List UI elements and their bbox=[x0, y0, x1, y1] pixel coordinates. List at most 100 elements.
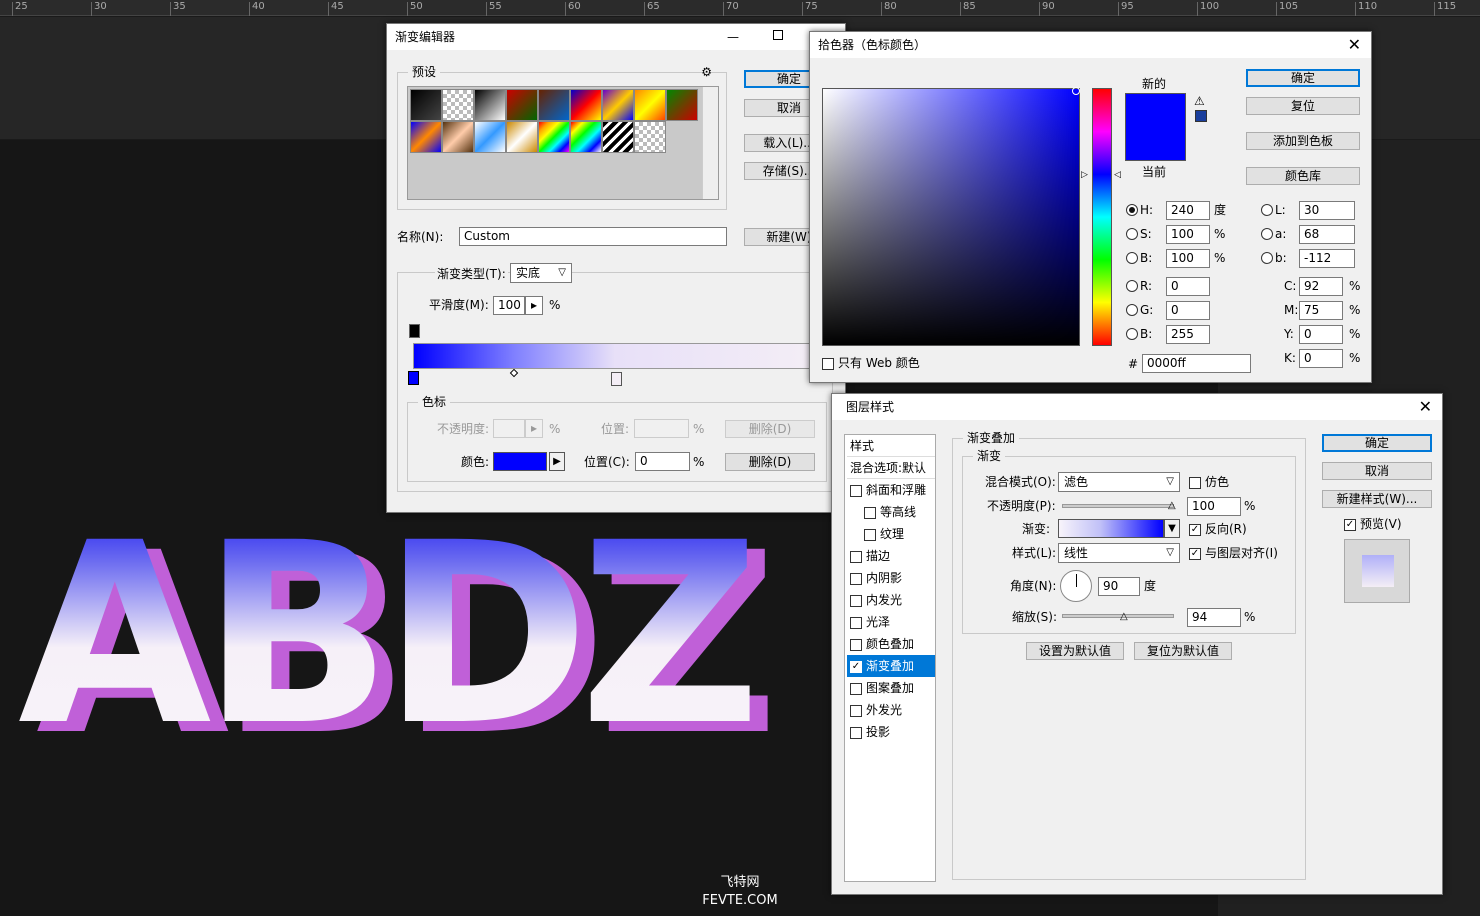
hsb-input-2[interactable]: 100 bbox=[1166, 249, 1210, 268]
angle-dial-icon[interactable] bbox=[1060, 570, 1092, 602]
blend-mode-select[interactable]: 滤色 ▽ bbox=[1058, 472, 1180, 492]
hsb-radio-2[interactable] bbox=[1126, 252, 1138, 264]
cmyk-input-3[interactable]: 0 bbox=[1299, 349, 1343, 368]
align-with-layer-checkbox[interactable]: ✓ 与图层对齐(I) bbox=[1189, 545, 1278, 561]
hex-input[interactable]: 0000ff bbox=[1142, 354, 1251, 373]
opacity-slider[interactable] bbox=[1062, 504, 1174, 508]
gradient-preset-swatch[interactable] bbox=[666, 89, 698, 121]
rgb-input-0[interactable]: 0 bbox=[1166, 277, 1210, 296]
cmyk-input-0[interactable]: 92 bbox=[1299, 277, 1343, 296]
opacity-slider-thumb-icon[interactable]: △ bbox=[1168, 500, 1176, 511]
presets-grid[interactable] bbox=[407, 86, 719, 200]
gradient-preset-swatch[interactable] bbox=[538, 89, 570, 121]
layer-style-ok-button[interactable]: 确定 bbox=[1322, 434, 1432, 452]
opacity-input[interactable]: 100 bbox=[1187, 497, 1241, 516]
close-icon[interactable]: ✕ bbox=[1348, 32, 1361, 58]
add-to-swatches-button[interactable]: 添加到色板 bbox=[1246, 132, 1360, 150]
gradient-preset-swatch[interactable] bbox=[474, 121, 506, 153]
cmyk-input-1[interactable]: 75 bbox=[1299, 301, 1343, 320]
lab-radio-0[interactable] bbox=[1261, 204, 1273, 216]
web-only-checkbox-box[interactable] bbox=[822, 357, 834, 370]
style-item-checkbox[interactable] bbox=[864, 528, 876, 541]
gradient-type-select[interactable]: 实底 ▽ bbox=[510, 263, 572, 283]
style-item-checkbox[interactable] bbox=[864, 506, 876, 519]
hsb-radio-1[interactable] bbox=[1126, 228, 1138, 240]
layer-style-cancel-button[interactable]: 取消 bbox=[1322, 462, 1432, 480]
style-item-checkbox[interactable] bbox=[850, 638, 862, 651]
style-select[interactable]: 线性 ▽ bbox=[1058, 543, 1180, 563]
lab-input-0[interactable]: 30 bbox=[1299, 201, 1355, 220]
reset-default-button[interactable]: 复位为默认值 bbox=[1134, 642, 1232, 660]
reverse-checkbox-box[interactable]: ✓ bbox=[1189, 523, 1201, 536]
style-item-checkbox[interactable]: ✓ bbox=[850, 660, 862, 673]
color-position-input[interactable]: 0 bbox=[635, 452, 690, 471]
style-item-checkbox[interactable] bbox=[850, 704, 862, 717]
maximize-icon[interactable] bbox=[773, 30, 783, 40]
gradient-preset-swatch[interactable] bbox=[538, 121, 570, 153]
hue-slider[interactable] bbox=[1092, 88, 1112, 346]
style-item[interactable]: 光泽 bbox=[847, 611, 935, 633]
rgb-input-1[interactable]: 0 bbox=[1166, 301, 1210, 320]
smoothness-arrow-button[interactable]: ▸ bbox=[525, 296, 543, 315]
scale-input[interactable]: 94 bbox=[1187, 608, 1241, 627]
dither-checkbox[interactable]: 仿色 bbox=[1189, 474, 1229, 490]
gradient-bar[interactable] bbox=[413, 343, 817, 369]
gradient-preview-swatch[interactable] bbox=[1058, 519, 1164, 538]
gradient-preset-swatch[interactable] bbox=[602, 121, 634, 153]
scale-slider[interactable] bbox=[1062, 614, 1174, 618]
current-color-swatch[interactable] bbox=[1125, 128, 1186, 161]
lab-input-1[interactable]: 68 bbox=[1299, 225, 1355, 244]
blend-options-item[interactable]: 混合选项:默认 bbox=[847, 457, 935, 479]
gradient-preset-swatch[interactable] bbox=[410, 89, 442, 121]
picker-ok-button[interactable]: 确定 bbox=[1246, 69, 1360, 87]
color-stop-left-icon[interactable] bbox=[408, 371, 419, 385]
style-item[interactable]: 等高线 bbox=[847, 501, 935, 523]
set-default-button[interactable]: 设置为默认值 bbox=[1026, 642, 1124, 660]
gear-icon[interactable]: ⚙ bbox=[701, 65, 712, 79]
style-item[interactable]: 颜色叠加 bbox=[847, 633, 935, 655]
preview-checkbox-box[interactable]: ✓ bbox=[1344, 518, 1356, 531]
gradient-preset-swatch[interactable] bbox=[634, 89, 666, 121]
hsb-input-0[interactable]: 240 bbox=[1166, 201, 1210, 220]
style-item[interactable]: 外发光 bbox=[847, 699, 935, 721]
color-field-cursor-icon[interactable] bbox=[1072, 87, 1080, 95]
minimize-icon[interactable]: — bbox=[727, 24, 739, 50]
gradient-preset-swatch[interactable] bbox=[442, 121, 474, 153]
gradient-preset-swatch[interactable] bbox=[602, 89, 634, 121]
delete-color-stop-button[interactable]: 删除(D) bbox=[725, 453, 815, 471]
lab-radio-2[interactable] bbox=[1261, 252, 1273, 264]
lab-input-2[interactable]: -112 bbox=[1299, 249, 1355, 268]
hue-right-arrow-icon[interactable]: ◁ bbox=[1114, 170, 1121, 180]
style-item-checkbox[interactable] bbox=[850, 726, 862, 739]
style-item[interactable]: ✓ 渐变叠加 bbox=[847, 655, 935, 677]
rgb-radio-1[interactable] bbox=[1126, 304, 1138, 316]
reverse-checkbox[interactable]: ✓ 反向(R) bbox=[1189, 521, 1247, 537]
style-item-checkbox[interactable] bbox=[850, 550, 862, 563]
gradient-preset-swatch[interactable] bbox=[442, 89, 474, 121]
picker-reset-button[interactable]: 复位 bbox=[1246, 97, 1360, 115]
scale-slider-thumb-icon[interactable]: △ bbox=[1120, 611, 1128, 622]
style-item-checkbox[interactable] bbox=[850, 572, 862, 585]
hsb-radio-0[interactable] bbox=[1126, 204, 1138, 216]
rgb-radio-0[interactable] bbox=[1126, 280, 1138, 292]
gradient-dropdown-icon[interactable]: ▼ bbox=[1164, 519, 1180, 538]
gradient-preset-swatch[interactable] bbox=[506, 121, 538, 153]
color-stop-right-icon[interactable] bbox=[611, 372, 622, 386]
style-item[interactable]: 纹理 bbox=[847, 523, 935, 545]
styles-header[interactable]: 样式 bbox=[847, 435, 935, 457]
smoothness-input[interactable]: 100 bbox=[493, 296, 525, 315]
presets-scrollbar[interactable] bbox=[702, 87, 718, 199]
hue-left-arrow-icon[interactable]: ▷ bbox=[1081, 170, 1088, 180]
gradient-preset-swatch[interactable] bbox=[570, 89, 602, 121]
gradient-preset-swatch[interactable] bbox=[474, 89, 506, 121]
gradient-preset-swatch[interactable] bbox=[570, 121, 602, 153]
align-checkbox-box[interactable]: ✓ bbox=[1189, 547, 1201, 560]
cmyk-input-2[interactable]: 0 bbox=[1299, 325, 1343, 344]
name-input[interactable]: Custom bbox=[459, 227, 727, 246]
style-item[interactable]: 内阴影 bbox=[847, 567, 935, 589]
web-safe-swatch-icon[interactable] bbox=[1195, 110, 1207, 122]
new-style-button[interactable]: 新建样式(W)... bbox=[1322, 490, 1432, 508]
style-item-checkbox[interactable] bbox=[850, 484, 862, 497]
stop-color-swatch[interactable] bbox=[493, 452, 547, 471]
angle-input[interactable]: 90 bbox=[1098, 577, 1140, 596]
